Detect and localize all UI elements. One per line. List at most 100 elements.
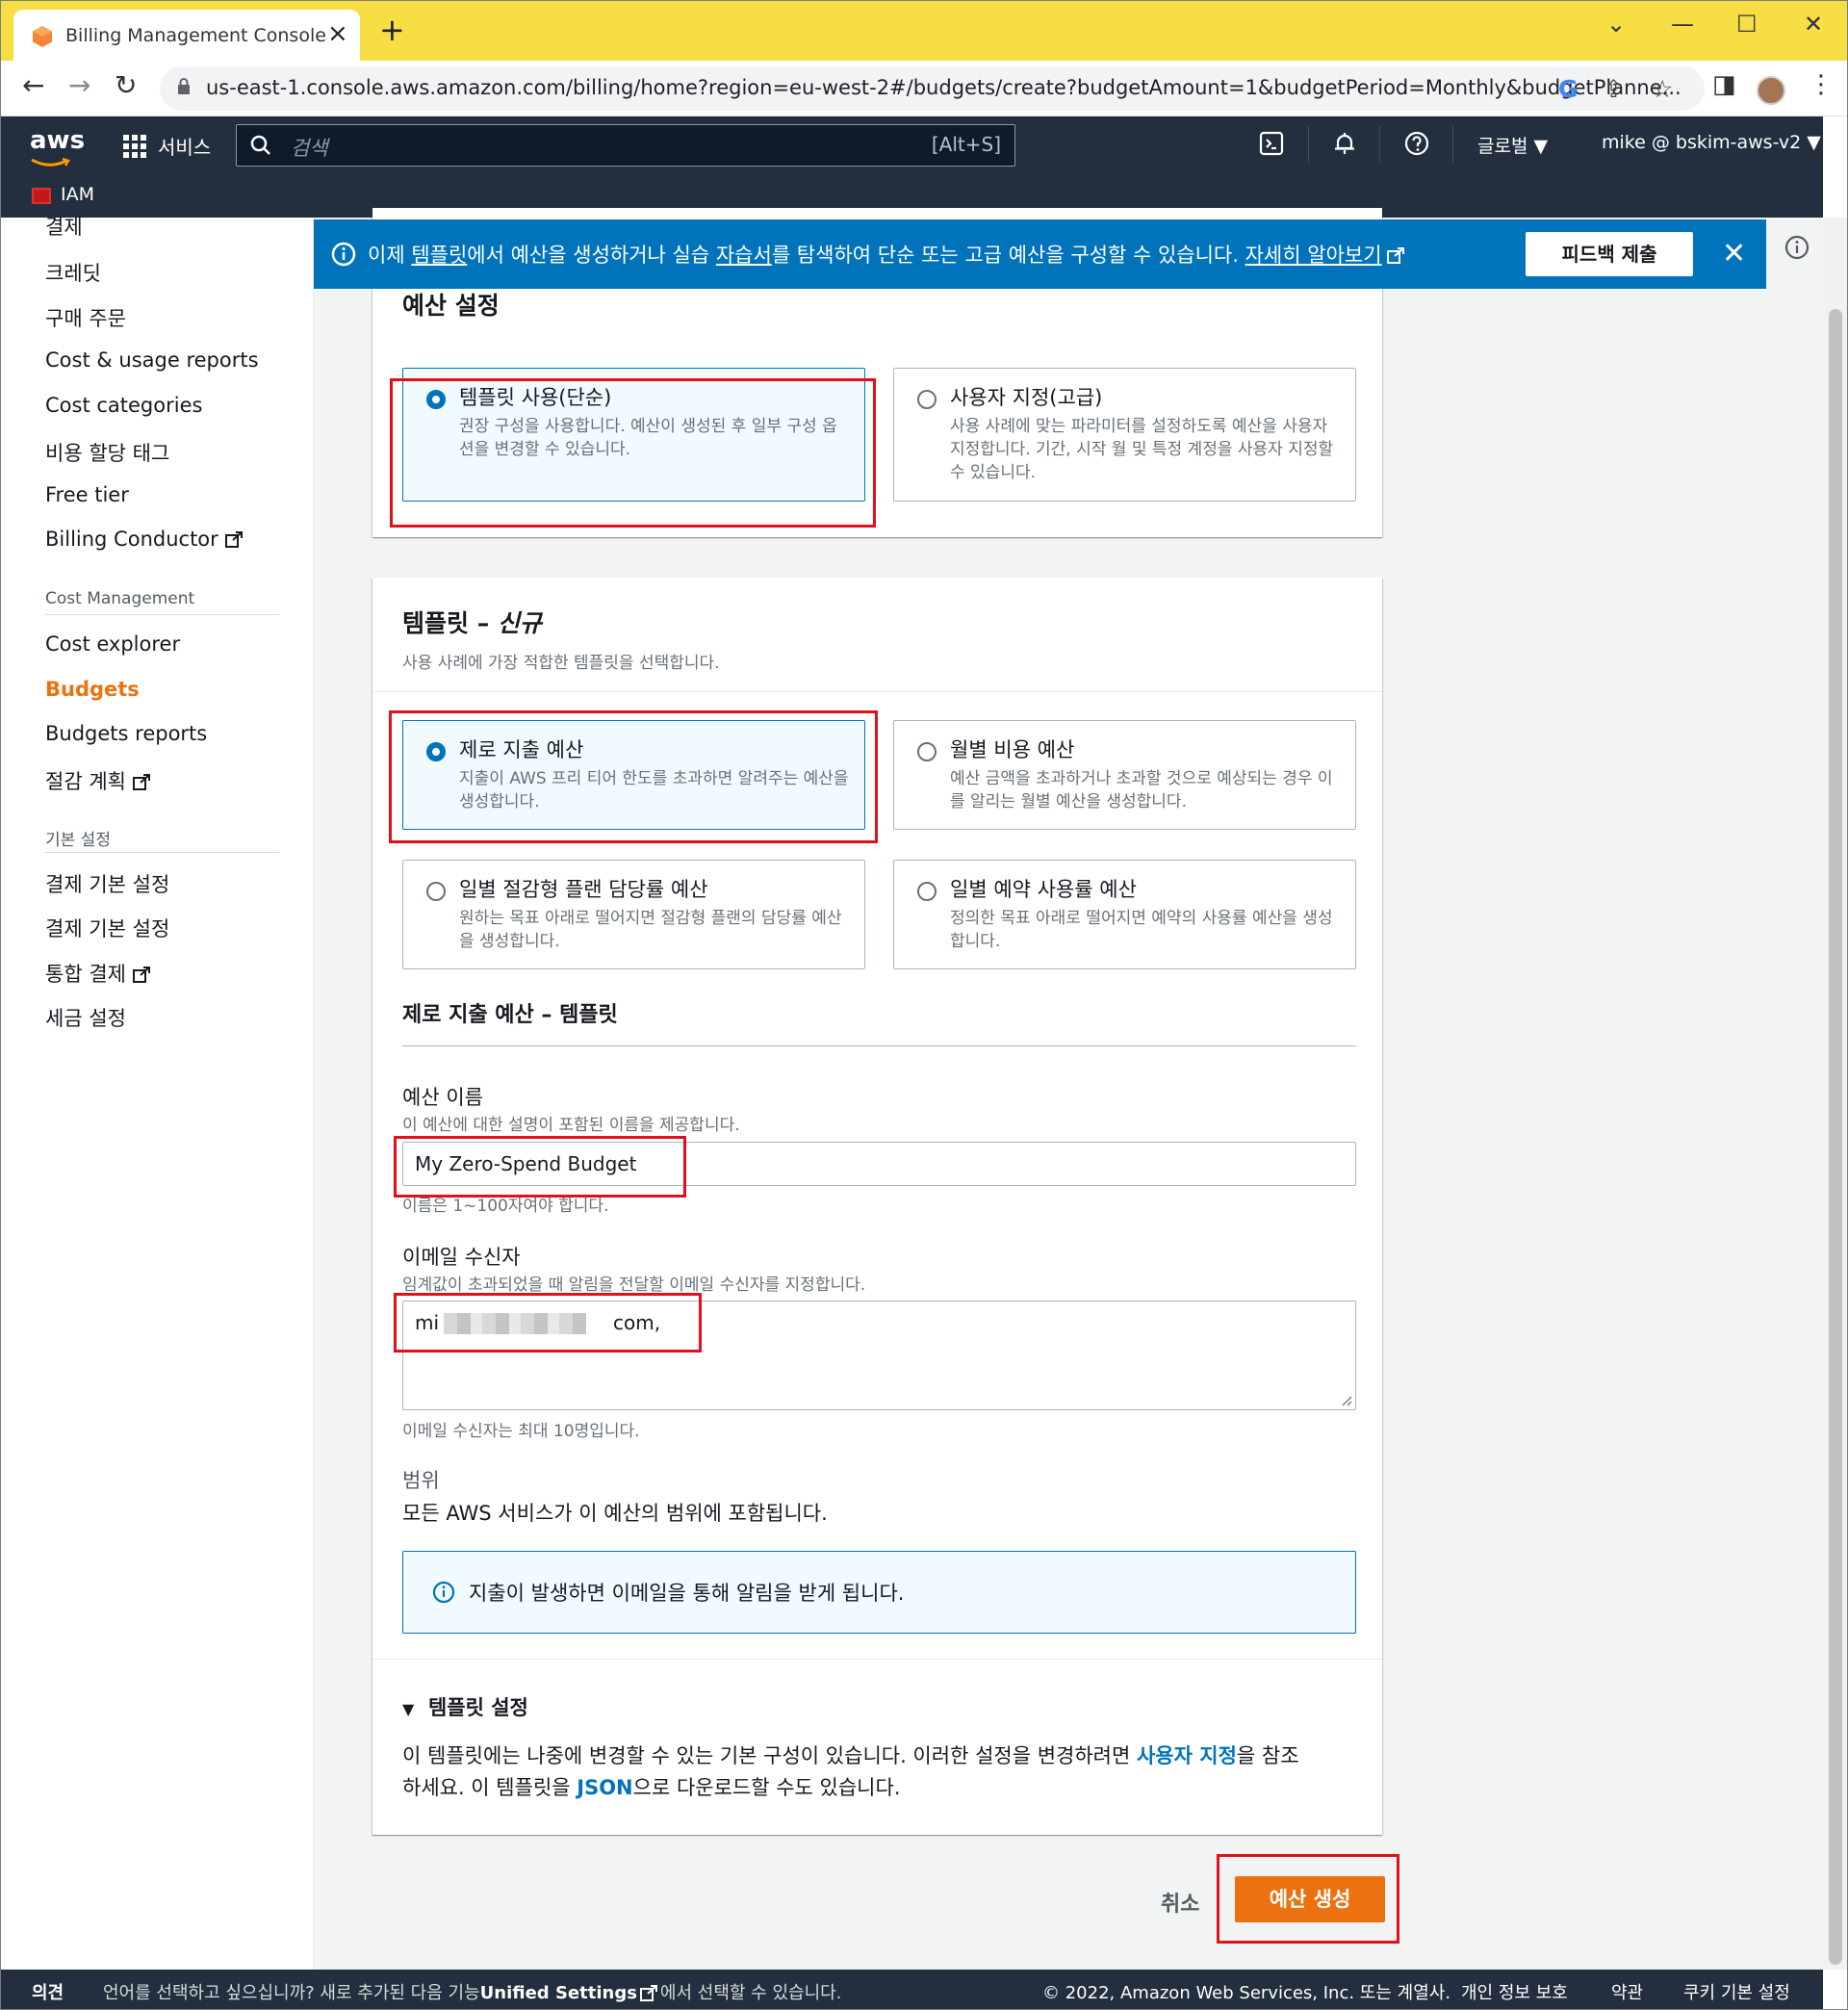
favorite-iam[interactable]: IAM — [61, 184, 94, 205]
header-divider — [1452, 126, 1453, 163]
bookmark-star-icon[interactable]: ☆ — [1652, 75, 1673, 103]
templates-link[interactable]: 템플릿 — [411, 244, 467, 267]
template-monthly-cost[interactable]: 월별 비용 예산 예산 금액을 초과하거나 초과할 것으로 예상되는 경우 이를… — [893, 720, 1356, 830]
budget-name-input[interactable]: My Zero-Spend Budget — [402, 1142, 1356, 1186]
option-customize[interactable]: 사용자 지정(고급) 사용 사례에 맞는 파라미터를 설정하도록 예산을 사용자… — [893, 368, 1356, 502]
tutorials-link[interactable]: 자습서 — [716, 244, 772, 267]
aws-logo[interactable]: aws — [30, 126, 85, 155]
aws-smile-icon — [31, 158, 70, 167]
cloudshell-icon[interactable] — [1258, 130, 1285, 157]
scrollbar-thumb[interactable] — [1829, 309, 1842, 1965]
settings-text: 을 참조 — [1236, 1744, 1299, 1767]
sidebar-item-free-tier[interactable]: Free tier — [45, 483, 129, 506]
resize-handle-icon[interactable] — [1341, 1395, 1352, 1406]
new-tab-icon[interactable]: + — [379, 14, 405, 45]
sidebar-item-billing-preferences[interactable]: 결제 기본 설정 — [45, 869, 169, 898]
template-savings-plans-coverage[interactable]: 일별 절감형 플랜 담당률 예산 원하는 목표 아래로 떨어지면 절감형 플랜의… — [402, 860, 865, 969]
browser-window: Billing Management Console × + ⌄ — ☐ ✕ ←… — [0, 0, 1848, 2010]
sidebar-item-billing[interactable]: 결제 — [45, 212, 83, 241]
iam-service-icon[interactable] — [32, 188, 51, 204]
help-icon[interactable] — [1403, 130, 1430, 157]
share-icon[interactable]: ⇪ — [1604, 75, 1624, 103]
sidebar-item-cost-usage-reports[interactable]: Cost & usage reports — [45, 348, 259, 372]
feedback-link[interactable]: 의견 — [32, 1979, 64, 2004]
privacy-link[interactable]: 개인 정보 보호 — [1461, 1979, 1568, 2004]
console-search-input[interactable]: 검색 [Alt+S] — [236, 124, 1015, 167]
template-settings-toggle[interactable]: ▼ 템플릿 설정 — [402, 1692, 528, 1721]
region-label: 글로벌 — [1477, 136, 1528, 157]
template-description: 지출이 AWS 프리 티어 한도를 초과하면 알려주는 예산을 생성합니다. — [459, 769, 849, 812]
sidebar-item-payment-preferences[interactable]: 결제 기본 설정 — [45, 914, 169, 942]
cancel-button[interactable]: 취소 — [1161, 1887, 1199, 1918]
page-scrollbar[interactable] — [1823, 218, 1847, 1970]
tab-title: Billing Management Console — [65, 25, 326, 46]
url-bar[interactable]: us-east-1.console.aws.amazon.com/billing… — [160, 66, 1705, 111]
bell-icon[interactable] — [1331, 130, 1358, 157]
search-placeholder: 검색 — [291, 137, 328, 160]
radio-reservation[interactable] — [917, 882, 937, 901]
forward-icon[interactable]: → — [68, 72, 90, 99]
sidebar-item-cost-categories[interactable]: Cost categories — [45, 394, 202, 417]
console-footer: 의견 언어를 선택하고 싶으십니까? 새로 추가된 다음 기능Unified S… — [1, 1970, 1823, 2009]
cookie-preferences-link[interactable]: 쿠키 기본 설정 — [1683, 1979, 1790, 2004]
radio-savings-plans[interactable] — [426, 882, 446, 901]
template-zero-spend[interactable]: 제로 지출 예산 지출이 AWS 프리 티어 한도를 초과하면 알려주는 예산을… — [402, 720, 865, 830]
minimize-icon[interactable]: — — [1671, 11, 1694, 38]
search-shortcut: [Alt+S] — [931, 133, 1001, 156]
submit-feedback-button[interactable]: 피드백 제출 — [1526, 232, 1693, 276]
close-tab-icon[interactable]: × — [327, 19, 348, 48]
create-budget-button[interactable]: 예산 생성 — [1235, 1876, 1385, 1922]
flash-text-mid: 를 탐색하여 단순 또는 고급 예산을 구성할 수 있습니다. — [771, 244, 1245, 267]
google-icon[interactable]: G — [1558, 75, 1578, 103]
main-content: 예산 설정 템플릿 사용(단순) 권장 구성을 사용합니다. 예산이 생성된 후… — [314, 208, 1823, 1970]
language-text: 언어를 선택하고 싶으십니까? 새로 추가된 다음 기능 — [103, 1983, 480, 2003]
template-reservation-utilization[interactable]: 일별 예약 사용률 예산 정의한 목표 아래로 떨어지면 예약의 사용률 예산을… — [893, 860, 1356, 969]
option-title: 템플릿 사용(단순) — [459, 386, 612, 409]
sidebar-item-budgets[interactable]: Budgets — [45, 678, 140, 701]
option-use-template[interactable]: 템플릿 사용(단순) 권장 구성을 사용합니다. 예산이 생성된 후 일부 구성… — [402, 368, 865, 502]
close-icon[interactable]: ✕ — [1722, 237, 1746, 271]
sidebar-item-purchase-orders[interactable]: 구매 주문 — [45, 303, 126, 332]
budget-setup-title: 예산 설정 — [402, 292, 500, 320]
maximize-icon[interactable]: ☐ — [1736, 11, 1758, 38]
back-icon[interactable]: ← — [22, 72, 44, 99]
browser-tab[interactable]: Billing Management Console × — [13, 10, 360, 61]
sidebar-item-credits[interactable]: 크레딧 — [45, 258, 101, 287]
reload-icon[interactable]: ↻ — [115, 72, 137, 99]
settings-text: 으로 다운로드할 수도 있습니다. — [632, 1776, 901, 1799]
menu-kebab-icon[interactable]: ⋮ — [1809, 70, 1834, 99]
sidebar-item-cost-allocation-tags[interactable]: 비용 할당 태그 — [45, 438, 169, 467]
template-settings-text: 이 템플릿에는 나중에 변경할 수 있는 기본 구성이 있습니다. 이러한 설정… — [402, 1740, 1365, 1804]
account-menu[interactable]: mike @ bskim-aws-v2 ▼ — [1602, 132, 1821, 153]
email-recipients-textarea[interactable]: mi com, — [402, 1301, 1356, 1410]
radio-template[interactable] — [426, 390, 446, 409]
region-selector[interactable]: 글로벌 ▼ — [1477, 132, 1548, 158]
radio-customize[interactable] — [917, 390, 937, 409]
sidebar-item-tax-settings[interactable]: 세금 설정 — [45, 1003, 126, 1032]
radio-monthly-cost[interactable] — [917, 742, 937, 761]
templates-title-text: 템플릿 – — [402, 609, 498, 637]
sidebar-item-cost-explorer[interactable]: Cost explorer — [45, 632, 180, 656]
sidebar-item-savings-plans[interactable]: 절감 계획 — [45, 766, 151, 795]
search-icon — [250, 135, 270, 155]
budget-name-description: 이 예산에 대한 설명이 포함된 이름을 제공합니다. — [402, 1116, 740, 1135]
customize-link[interactable]: 사용자 지정 — [1137, 1744, 1237, 1767]
info-panel-icon[interactable] — [1784, 235, 1810, 260]
language-notice: 언어를 선택하고 싶으십니까? 새로 추가된 다음 기능Unified Sett… — [103, 1979, 841, 2004]
side-panel-icon[interactable]: ◨ — [1712, 70, 1736, 99]
unified-settings-link[interactable]: Unified Settings — [480, 1983, 637, 2003]
terms-link[interactable]: 약관 — [1611, 1979, 1643, 2004]
profile-avatar[interactable] — [1757, 76, 1785, 105]
sidebar-item-consolidated-billing[interactable]: 통합 결제 — [45, 959, 151, 988]
address-bar-row: ← → ↻ us-east-1.console.aws.amazon.com/b… — [1, 61, 1847, 116]
radio-zero-spend[interactable] — [426, 742, 446, 761]
sidebar-item-budgets-reports[interactable]: Budgets reports — [45, 722, 207, 745]
tab-search-icon[interactable]: ⌄ — [1606, 11, 1626, 38]
json-link[interactable]: JSON — [577, 1776, 632, 1799]
services-grid-icon[interactable] — [122, 134, 147, 159]
header-divider — [1308, 126, 1309, 163]
window-close-icon[interactable]: ✕ — [1804, 11, 1823, 38]
sidebar-item-billing-conductor[interactable]: Billing Conductor — [45, 528, 244, 551]
services-menu[interactable]: 서비스 — [158, 132, 211, 160]
learn-more-link[interactable]: 자세히 알아보기 — [1245, 244, 1382, 267]
